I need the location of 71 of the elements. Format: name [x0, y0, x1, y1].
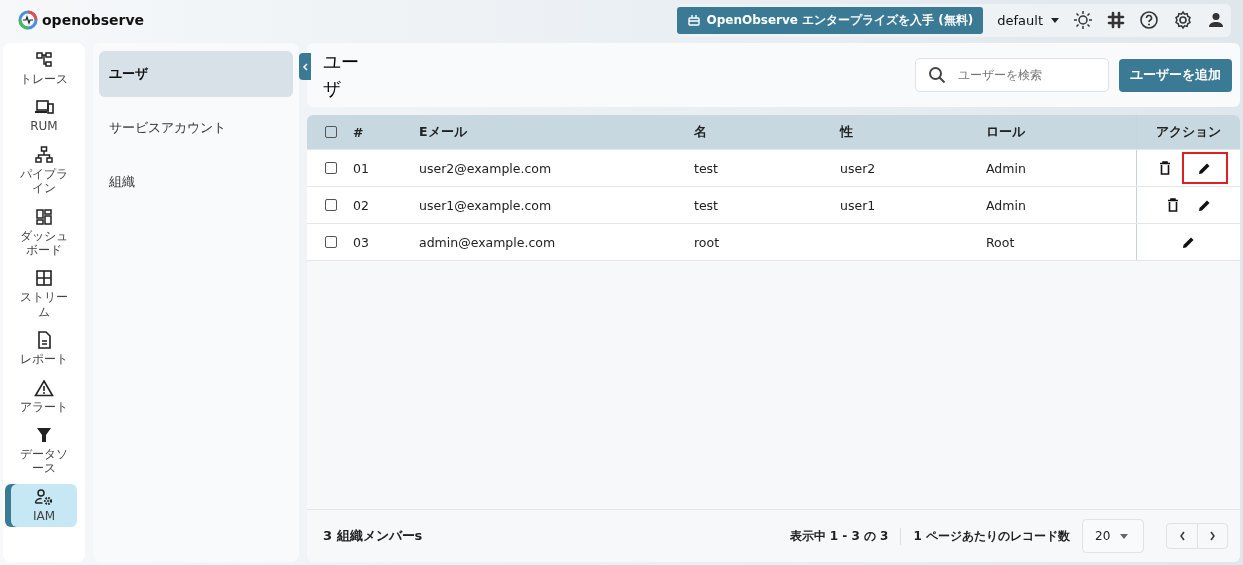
nav-item[interactable]: アラート: [11, 374, 77, 418]
table-cell-text: test: [694, 160, 719, 176]
sun-icon[interactable]: [1073, 10, 1093, 30]
dashboard-icon: [35, 207, 53, 226]
submenu-item[interactable]: 組織: [99, 159, 293, 205]
trash-icon: [1166, 198, 1179, 212]
network-icon: [35, 145, 53, 164]
nav-item[interactable]: トレース: [11, 47, 77, 91]
add-user-button[interactable]: ユーザーを追加: [1119, 58, 1232, 92]
settings-icon[interactable]: [1173, 10, 1193, 30]
logo-icon: [18, 10, 38, 30]
nav-item[interactable]: ストリーム: [11, 265, 77, 324]
hash-icon[interactable]: [1107, 11, 1125, 29]
table-cell-text: admin@example.com: [419, 234, 557, 250]
submenu-item[interactable]: サービスアカウント: [99, 105, 293, 151]
member-count: 3 組織メンバーs: [323, 527, 424, 545]
user-gear-icon: [34, 487, 54, 506]
chevron-left-icon: [1178, 531, 1186, 541]
chevron-left-icon: [302, 62, 308, 71]
checkbox[interactable]: [325, 126, 337, 138]
filter-icon: [35, 425, 53, 444]
devices-icon: [34, 98, 54, 117]
table-cell-text: user2@example.com: [419, 160, 553, 176]
checkbox[interactable]: [325, 199, 337, 211]
column-header: 性: [840, 123, 854, 141]
search-field[interactable]: ユーザーを検索: [915, 58, 1109, 92]
column-header: ロール: [986, 123, 1026, 141]
table-cell-text: user1@example.com: [419, 197, 553, 213]
logo-text: openobserve: [42, 12, 145, 28]
search-icon: [928, 66, 946, 84]
column-header: Eメール: [419, 123, 468, 141]
table-cell-text: 03: [353, 234, 370, 250]
warning-icon: [34, 378, 54, 397]
pencil-icon: [1198, 198, 1211, 212]
column-header: アクション: [1136, 115, 1240, 149]
page-range: 表示中 1 - 3 の 3: [789, 527, 902, 545]
nav-item[interactable]: RUM: [11, 94, 77, 138]
pencil-icon: [1182, 235, 1195, 249]
document-icon: [35, 331, 53, 350]
checkbox[interactable]: [325, 162, 337, 174]
trash-icon: [1158, 161, 1171, 175]
org-selector[interactable]: default: [997, 12, 1059, 28]
help-icon[interactable]: [1139, 10, 1159, 30]
enterprise-button[interactable]: OpenObserve エンタープライズを入手 (無料): [676, 6, 984, 34]
column-header: #: [353, 124, 365, 140]
nav-item[interactable]: パイプライン: [11, 141, 77, 200]
table-cell-text: Admin: [986, 160, 1027, 176]
grid-icon: [35, 269, 53, 288]
nav-item[interactable]: レポート: [11, 327, 77, 371]
table-cell-text: Admin: [986, 197, 1027, 213]
submenu-item[interactable]: ユーザ: [99, 51, 293, 97]
table-cell-text: Root: [986, 234, 1016, 250]
table-cell-text: root: [694, 234, 721, 250]
pencil-icon: [1198, 161, 1211, 175]
page-title: ユーザ: [323, 50, 360, 101]
table-cell-text: 02: [353, 197, 370, 213]
nav-item[interactable]: データソース: [11, 421, 77, 480]
per-page-select[interactable]: 20: [1082, 519, 1144, 553]
table-cell-text: user1: [840, 197, 877, 213]
table-cell-text: user2: [840, 160, 877, 176]
column-header: 名: [694, 123, 708, 141]
table-cell-text: test: [694, 197, 719, 213]
per-page-label: 1 ページあたりのレコード数: [913, 527, 1070, 545]
collapse-button[interactable]: [299, 53, 311, 80]
user-icon[interactable]: [1207, 11, 1225, 29]
hierarchy-icon: [35, 51, 53, 69]
edit-button[interactable]: [1183, 154, 1226, 182]
table-cell-text: 01: [353, 160, 370, 176]
checkbox[interactable]: [325, 236, 337, 248]
chevron-right-icon: [1209, 531, 1216, 541]
nav-item[interactable]: ダッシュボード: [11, 203, 77, 262]
